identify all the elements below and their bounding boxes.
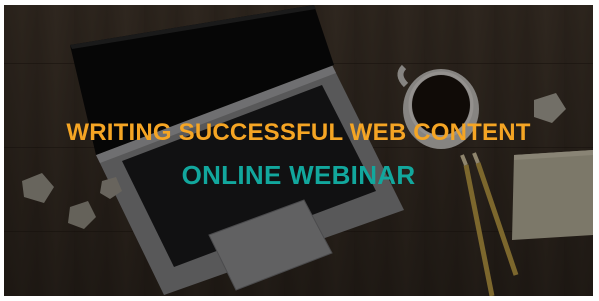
- webinar-title: WRITING SUCCESSFUL WEB CONTENT: [66, 119, 531, 146]
- desk-photo: WRITING SUCCESSFUL WEB CONTENT ONLINE WE…: [4, 5, 593, 296]
- dark-overlay: [4, 5, 593, 296]
- webinar-banner-frame: WRITING SUCCESSFUL WEB CONTENT ONLINE WE…: [0, 0, 599, 301]
- webinar-subtitle: ONLINE WEBINAR: [181, 160, 416, 190]
